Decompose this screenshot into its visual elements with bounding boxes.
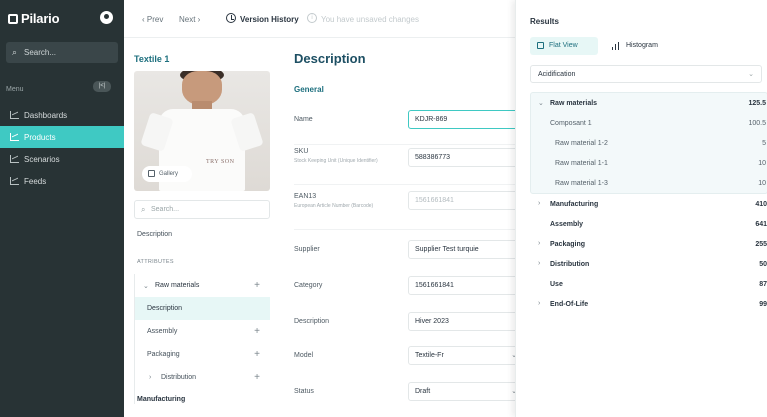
chart-icon xyxy=(10,111,19,119)
tree-item-assembly[interactable]: Assembly + xyxy=(135,320,270,343)
result-row-composant-1[interactable]: Composant 1 100.5 xyxy=(531,113,767,133)
tree-item-packaging[interactable]: Packaging + xyxy=(135,343,270,366)
shirt-print: TRY SON xyxy=(206,159,235,165)
result-row-raw-material-1-2[interactable]: Raw material 1-2 5 xyxy=(531,133,767,153)
chart-icon xyxy=(10,155,19,163)
general-section-title: General xyxy=(294,85,324,94)
chevron-right-icon: › xyxy=(538,260,541,267)
sidebar: Pilario ⌕ Search... Menu |<| Dashboards … xyxy=(0,0,124,417)
field-status: Status Draft ⌄ xyxy=(294,382,522,417)
logo-icon xyxy=(8,14,18,24)
tree-item-description[interactable]: Description xyxy=(135,297,270,320)
description-link[interactable]: Description xyxy=(137,231,172,238)
chart-icon xyxy=(10,177,19,185)
result-row-assembly[interactable]: Assembly 641 xyxy=(530,214,767,234)
logo-row: Pilario xyxy=(0,0,124,38)
gallery-button[interactable]: Gallery xyxy=(142,166,192,182)
category-input[interactable]: 1561661841 xyxy=(408,276,522,295)
image-icon xyxy=(148,170,155,177)
logo[interactable]: Pilario xyxy=(8,11,60,26)
field-category: Category 1561661841 xyxy=(294,276,522,314)
sidebar-item-feeds[interactable]: Feeds xyxy=(0,170,124,192)
result-row-distribution[interactable]: › Distribution 50 xyxy=(530,254,767,274)
result-row-use[interactable]: Use 87 xyxy=(530,274,767,294)
add-distribution-button[interactable]: + xyxy=(254,372,260,383)
menu-label: Menu xyxy=(6,86,24,93)
attributes-tree: ⌄ Raw materials + Description Assembly +… xyxy=(134,274,270,404)
chevron-down-icon: ⌄ xyxy=(748,71,754,78)
version-history-button[interactable]: Version History xyxy=(240,15,299,24)
result-row-raw-materials[interactable]: ⌄ Raw materials 125.5 xyxy=(531,93,767,113)
attribute-search-input[interactable]: ⌕ Search... xyxy=(134,200,270,219)
sidebar-item-dashboards[interactable]: Dashboards xyxy=(0,104,124,126)
add-raw-material-button[interactable]: + xyxy=(254,280,260,291)
result-row-end-of-life[interactable]: › End-Of-Life 99 xyxy=(530,294,767,314)
product-image: TRY SON Gallery xyxy=(134,71,270,191)
result-row-packaging[interactable]: › Packaging 255 xyxy=(530,234,767,254)
raw-materials-group: ⌄ Raw materials 125.5 Composant 1 100.5 … xyxy=(530,92,767,194)
next-button[interactable]: Next › xyxy=(179,15,200,24)
sidebar-nav: Dashboards Products Scenarios Feeds xyxy=(0,104,124,192)
results-panel: Results Flat View Histogram Acidificatio… xyxy=(515,0,767,417)
collapse-menu-button[interactable]: |<| xyxy=(93,81,111,92)
chevron-right-icon: › xyxy=(538,240,541,247)
chevron-down-icon: ⌄ xyxy=(143,283,149,290)
product-title: Textile 1 xyxy=(134,54,170,64)
tab-histogram[interactable]: Histogram xyxy=(604,37,674,55)
info-icon: i xyxy=(307,13,317,23)
attributes-heading: ATTRIBUTES xyxy=(137,259,174,265)
histogram-icon xyxy=(612,42,620,50)
result-row-raw-material-1-1[interactable]: Raw material 1-1 10 xyxy=(531,153,767,173)
status-select[interactable]: Draft ⌄ xyxy=(408,382,522,401)
field-ean13: EAN13 European Article Number (Barcode) … xyxy=(294,191,522,230)
name-input[interactable]: KDJR-869 xyxy=(408,110,522,129)
top-bar: ‹ Prev Next › Version History i You have… xyxy=(124,0,515,38)
sku-input[interactable]: 588386773 xyxy=(408,148,522,167)
field-name: Name KDJR-869 xyxy=(294,110,522,148)
search-icon: ⌕ xyxy=(12,47,18,57)
product-column: Textile 1 TRY SON Gallery ⌕ Search... De… xyxy=(124,38,278,417)
list-icon xyxy=(537,42,544,49)
tree-item-distribution[interactable]: › Distribution + xyxy=(135,366,270,389)
tab-flat-view[interactable]: Flat View xyxy=(530,37,598,55)
chevron-right-icon: › xyxy=(538,200,541,207)
results-title: Results xyxy=(530,17,559,26)
model-select[interactable]: Textile-Fr ⌄ xyxy=(408,346,522,365)
add-packaging-button[interactable]: + xyxy=(254,349,260,360)
sidebar-item-scenarios[interactable]: Scenarios xyxy=(0,148,124,170)
avatar[interactable] xyxy=(100,11,113,24)
manufacturing-section[interactable]: Manufacturing xyxy=(137,396,185,403)
tree-item-raw-materials[interactable]: ⌄ Raw materials + xyxy=(135,274,270,297)
field-sku: SKU Stock Keeping Unit (Unique Identifie… xyxy=(294,148,522,185)
page-title: Description xyxy=(294,51,366,66)
chart-icon xyxy=(10,133,19,141)
unsaved-changes-notice: You have unsaved changes xyxy=(321,15,420,24)
chevron-down-icon: ⌄ xyxy=(538,100,544,107)
result-row-manufacturing[interactable]: › Manufacturing 410 xyxy=(530,194,767,214)
search-icon: ⌕ xyxy=(141,205,146,214)
chevron-right-icon: › xyxy=(149,374,152,381)
description-panel: Description General Name KDJR-869 SKU St… xyxy=(278,38,522,417)
ean13-input[interactable]: 1561661841 xyxy=(408,191,522,210)
results-list: ⌄ Raw materials 125.5 Composant 1 100.5 … xyxy=(530,92,767,314)
description-input[interactable]: Hiver 2023 xyxy=(408,312,522,331)
field-model: Model Textile-Fr ⌄ xyxy=(294,346,522,384)
supplier-input[interactable]: Supplier Test turquie xyxy=(408,240,522,259)
model-head xyxy=(182,71,222,105)
chevron-right-icon: › xyxy=(538,300,541,307)
sidebar-item-products[interactable]: Products xyxy=(0,126,124,148)
add-assembly-button[interactable]: + xyxy=(254,326,260,337)
clock-icon xyxy=(226,13,236,23)
indicator-select[interactable]: Acidification ⌄ xyxy=(530,65,762,83)
prev-button[interactable]: ‹ Prev xyxy=(142,15,163,24)
field-supplier: Supplier Supplier Test turquie xyxy=(294,240,522,278)
sidebar-search-input[interactable]: ⌕ Search... xyxy=(6,42,118,63)
result-row-raw-material-1-3[interactable]: Raw material 1-3 10 xyxy=(531,173,767,193)
